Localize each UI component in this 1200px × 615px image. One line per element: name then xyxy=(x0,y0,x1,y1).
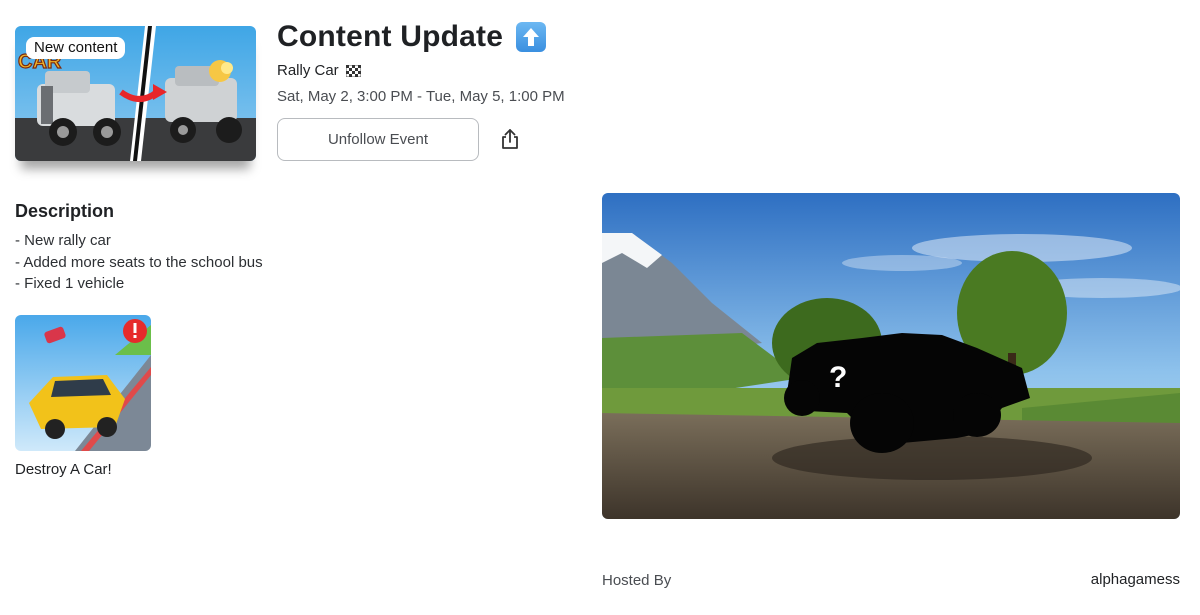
game-thumbnail[interactable] xyxy=(15,315,151,451)
checkered-flag-icon xyxy=(345,64,361,77)
game-name[interactable]: Destroy A Car! xyxy=(15,461,151,478)
new-content-badge: New content xyxy=(26,37,126,59)
unfollow-event-button[interactable]: Unfollow Event xyxy=(277,118,479,161)
share-icon[interactable] xyxy=(498,127,522,151)
description-line: - Added more seats to the school bus xyxy=(15,253,263,271)
hero-image: ? xyxy=(602,193,1180,519)
event-subtitle: Rally Car xyxy=(277,62,339,79)
up-arrow-icon xyxy=(516,22,547,52)
event-title: Content Update xyxy=(277,20,504,53)
hosted-by-label: Hosted By xyxy=(602,572,672,589)
description-text: - New rally car - Added more seats to th… xyxy=(15,230,263,295)
description-line: - New rally car xyxy=(15,232,111,249)
subtitle-row: Rally Car xyxy=(277,62,361,79)
event-date-range: Sat, May 2, 3:00 PM - Tue, May 5, 1:00 P… xyxy=(277,88,565,105)
host-name-link[interactable]: alphagamess xyxy=(1091,571,1180,588)
description-heading: Description xyxy=(15,201,115,221)
game-card[interactable]: Destroy A Car! xyxy=(15,315,151,478)
description-line: - Fixed 1 vehicle xyxy=(15,275,125,292)
title-row: Content Update xyxy=(277,20,547,54)
mystery-question-mark: ? xyxy=(829,361,847,394)
event-page: CAR New content Content Update Rally Car… xyxy=(0,0,1200,615)
